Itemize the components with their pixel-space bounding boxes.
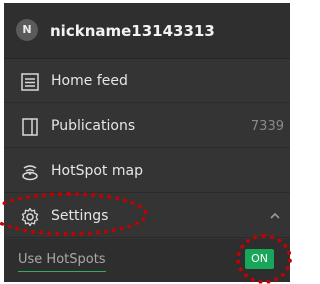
chevron-up-icon[interactable] — [268, 206, 282, 226]
avatar[interactable]: N — [16, 19, 38, 41]
side-menu-panel: N nickname13143313 Home feed Publication… — [4, 3, 290, 282]
gear-icon — [21, 207, 39, 227]
menu-item-settings-label: Settings — [51, 208, 109, 224]
use-hotspots-label: Use HotSpots — [18, 251, 106, 272]
hotspot-map-icon — [22, 165, 38, 181]
menu-item-publications-label: Publications — [51, 118, 136, 134]
menu-item-publications[interactable]: Publications 7339 — [4, 104, 290, 148]
publications-count: 7339 — [250, 119, 284, 134]
use-hotspots-toggle[interactable]: ON — [245, 249, 274, 269]
document-icon — [22, 118, 38, 136]
user-header[interactable]: N nickname13143313 — [4, 3, 290, 59]
username[interactable]: nickname13143313 — [50, 21, 215, 41]
menu-item-home-feed-label: Home feed — [51, 73, 128, 89]
menu-item-hotspot-map-label: HotSpot map — [51, 163, 143, 179]
menu-item-settings[interactable]: Settings — [4, 194, 290, 238]
menu-item-home-feed[interactable]: Home feed — [4, 59, 290, 103]
news-feed-icon — [21, 73, 39, 91]
settings-use-hotspots-row: Use HotSpots ON — [4, 239, 290, 282]
menu-item-hotspot-map[interactable]: HotSpot map — [4, 149, 290, 193]
